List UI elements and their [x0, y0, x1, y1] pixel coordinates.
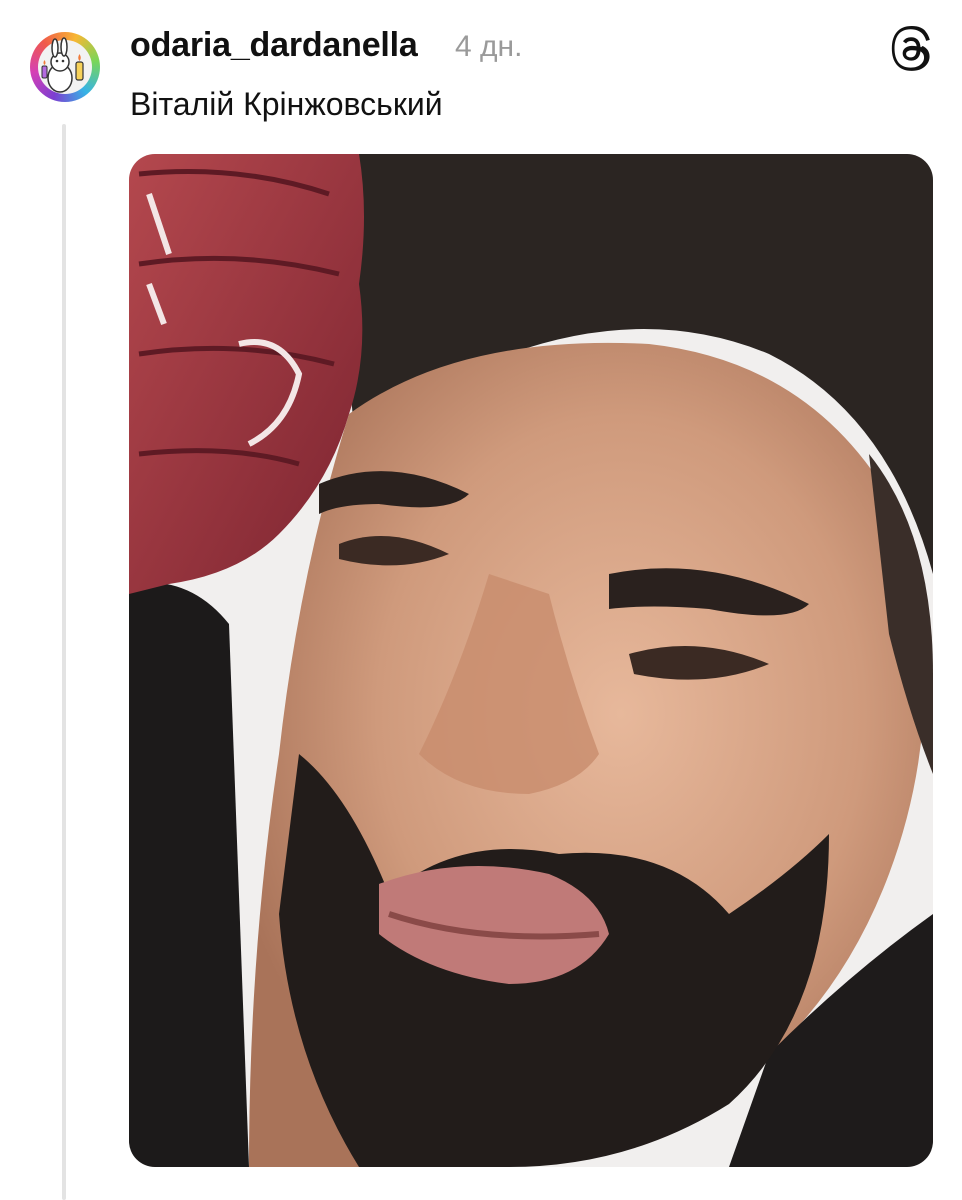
post-username[interactable]: odaria_dardanella — [130, 26, 418, 65]
threads-logo-icon[interactable] — [888, 26, 934, 72]
bunny-avatar-icon — [38, 37, 92, 94]
post-text: Віталій Крінжовський — [130, 86, 443, 122]
meme-photo-image — [129, 154, 933, 1167]
post-image[interactable] — [129, 154, 933, 1167]
thread-connector-line — [62, 124, 66, 1200]
user-avatar[interactable] — [30, 32, 100, 102]
post-timestamp: 4 дн. — [455, 30, 523, 63]
